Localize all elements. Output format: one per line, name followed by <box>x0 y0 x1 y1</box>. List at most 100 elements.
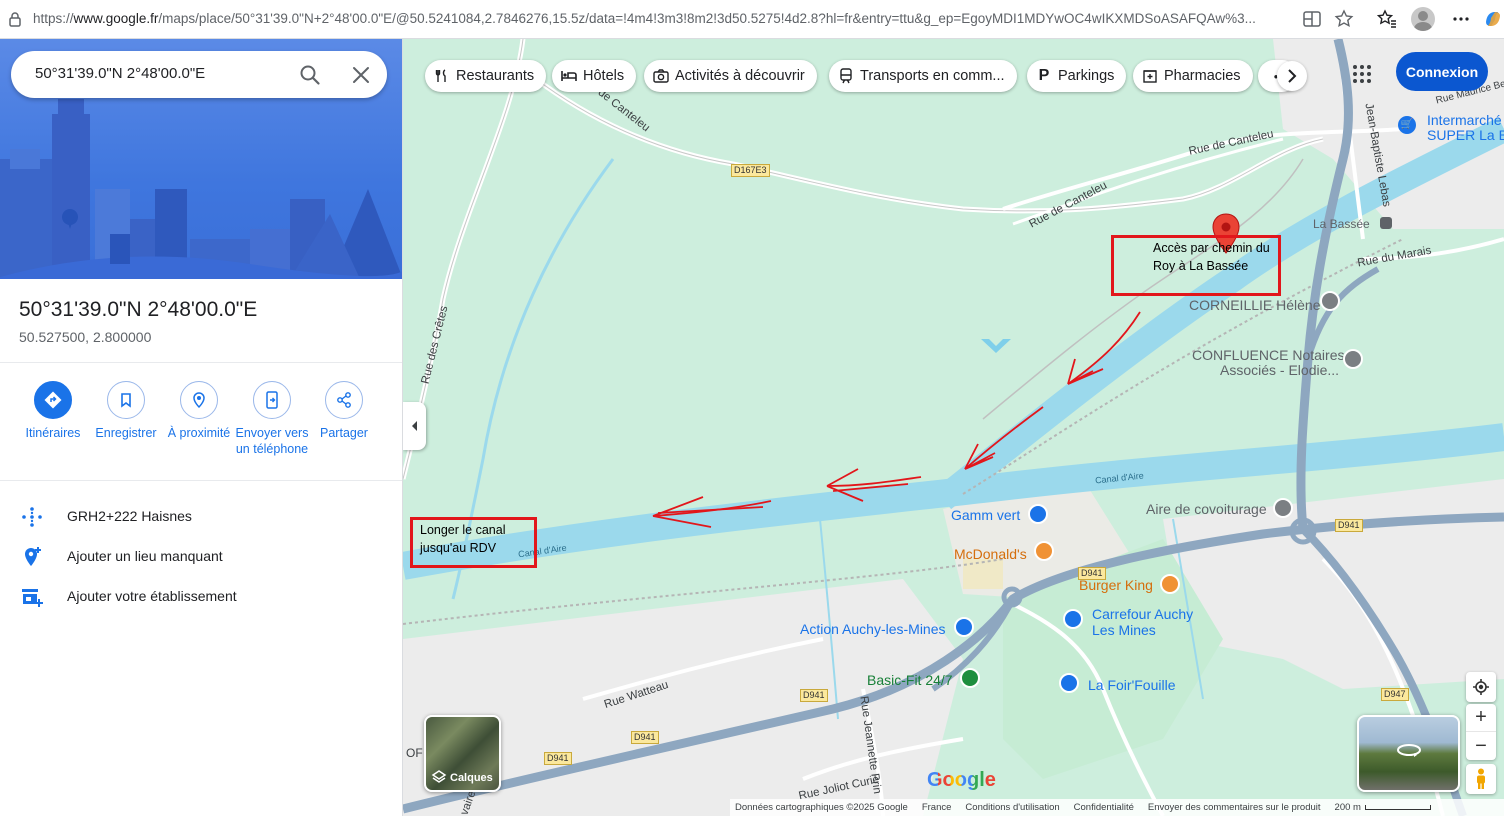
chip-label: Pharmacies <box>1164 68 1241 84</box>
close-icon[interactable] <box>349 63 373 87</box>
save-label: Enregistrer <box>95 426 157 440</box>
directions-label: Itinéraires <box>25 426 81 440</box>
train-station-icon <box>1380 217 1392 229</box>
login-button[interactable]: Connexion <box>1396 52 1488 91</box>
restaurant-icon <box>1160 574 1180 594</box>
road-number-badge: D941 <box>800 689 828 702</box>
feedback-link[interactable]: Envoyer des commentaires sur le produit <box>1148 802 1321 813</box>
search-icon[interactable] <box>298 63 322 87</box>
add-place-icon <box>25 547 41 566</box>
place-marker-icon <box>1343 349 1363 369</box>
shopping-cart-icon <box>1063 609 1083 629</box>
search-box[interactable]: 50°31'39.0"N 2°48'00.0"E <box>11 51 387 98</box>
chip-parkings[interactable]: P Parkings <box>1027 60 1127 92</box>
plus-code-icon <box>22 507 42 527</box>
poi-label: Burger King <box>1079 577 1153 593</box>
shopping-bag-icon <box>1028 504 1048 524</box>
poi-label: Carrefour Auchy <box>1092 606 1194 622</box>
share-label: Partager <box>320 426 368 440</box>
poi-label: Basic-Fit 24/7 <box>867 672 953 688</box>
scale-bar <box>1364 805 1431 810</box>
zoom-out-button[interactable]: − <box>1466 732 1496 760</box>
add-missing-place-row[interactable]: Ajouter un lieu manquant <box>0 537 402 577</box>
plus-code-text: GRH2+222 Haisnes <box>67 508 192 524</box>
share-button[interactable]: Partager <box>306 381 382 441</box>
poi-label: La Foir'Fouille <box>1088 677 1176 693</box>
chip-label: Parkings <box>1058 68 1115 84</box>
place-title: 50°31'39.0"N 2°48'00.0"E <box>19 298 258 321</box>
street-view-thumbnail[interactable] <box>1357 715 1460 792</box>
map-canvas[interactable]: Rue de Canteleu Rue de Canteleu Rue de C… <box>403 39 1504 816</box>
url-field[interactable]: https://www.google.fr/maps/place/50°31'3… <box>33 11 1295 26</box>
place-marker-icon <box>1273 498 1293 518</box>
nearby-label: À proximité <box>167 426 231 440</box>
chip-label: Hôtels <box>583 68 625 84</box>
chip-label: Transports en comm... <box>860 68 1005 84</box>
fitness-icon <box>960 668 980 688</box>
shopping-cart-icon: 🛒 <box>1398 116 1416 134</box>
camera-icon <box>653 68 669 84</box>
poi-label: Associés - Elodie... <box>1220 362 1340 378</box>
bookmark-icon <box>121 393 131 408</box>
favorites-icon[interactable] <box>1376 8 1398 30</box>
chips-next-button[interactable] <box>1277 61 1307 91</box>
zoom-controls: + − <box>1466 704 1496 760</box>
privacy-link[interactable]: Confidentialité <box>1074 802 1134 813</box>
collapse-panel-button[interactable] <box>403 402 426 450</box>
send-to-phone-button[interactable]: Envoyer vers un téléphone <box>234 381 310 457</box>
chevron-left-icon <box>411 421 417 431</box>
my-location-icon <box>1473 679 1489 695</box>
directions-icon <box>44 391 62 409</box>
terms-link[interactable]: Conditions d'utilisation <box>965 802 1059 813</box>
add-business-icon <box>22 589 43 607</box>
annotation-text-top: Accès par chemin du Roy à La Bassée <box>1153 241 1270 273</box>
copilot-icon[interactable] <box>1482 8 1504 30</box>
chip-restaurants[interactable]: Restaurants <box>425 60 547 92</box>
my-location-button[interactable] <box>1466 672 1496 702</box>
parking-icon: P <box>1038 67 1050 84</box>
chevron-right-icon <box>1288 69 1297 83</box>
share-icon <box>337 392 351 408</box>
road-number-badge: D941 <box>1335 519 1363 532</box>
chip-pharmacies[interactable]: Pharmacies <box>1133 60 1253 92</box>
layers-button[interactable]: Calques <box>424 715 501 792</box>
map-data-attribution: Données cartographiques ©2025 Google <box>735 802 908 813</box>
nearby-button[interactable]: À proximité <box>161 381 237 441</box>
road-number-badge: D941 <box>631 731 659 744</box>
apps-grid-icon[interactable] <box>1351 63 1373 85</box>
road-label: OF <box>406 746 423 760</box>
poi-label: Gamm vert <box>951 507 1021 523</box>
reader-view-icon[interactable] <box>1301 8 1323 30</box>
more-menu-icon[interactable] <box>1450 8 1472 30</box>
poi-label: Aire de covoiturage <box>1146 501 1267 517</box>
plus-code-row[interactable]: GRH2+222 Haisnes <box>0 497 402 537</box>
hotel-icon <box>561 68 577 84</box>
poi-label: McDonald's <box>954 546 1027 562</box>
layers-label: Calques <box>450 772 493 784</box>
profile-avatar[interactable] <box>1411 7 1435 31</box>
star-icon[interactable] <box>1333 8 1355 30</box>
send-to-phone-icon <box>266 391 278 409</box>
add-business-row[interactable]: Ajouter votre établissement <box>0 577 402 617</box>
scale-label[interactable]: 200 m <box>1335 802 1361 813</box>
poi-label: Les Mines <box>1092 622 1156 638</box>
shopping-bag-icon <box>1059 673 1079 693</box>
zoom-in-button[interactable]: + <box>1466 704 1496 732</box>
pharmacy-icon <box>1142 68 1158 84</box>
send-to-phone-label: Envoyer vers un téléphone <box>235 426 309 456</box>
chip-activities[interactable]: Activités à découvrir <box>644 60 817 92</box>
layers-icon <box>431 770 447 783</box>
search-input[interactable]: 50°31'39.0"N 2°48'00.0"E <box>35 65 205 82</box>
save-button[interactable]: Enregistrer <box>88 381 164 441</box>
chip-label: Restaurants <box>456 68 535 84</box>
add-business-text: Ajouter votre établissement <box>67 588 237 604</box>
pegman-icon <box>1477 768 1485 789</box>
poi-label: Action Auchy-les-Mines <box>800 621 946 637</box>
chip-hotels[interactable]: Hôtels <box>552 60 637 92</box>
chip-transit[interactable]: Transports en comm... <box>829 60 1017 92</box>
place-side-panel: 50°31'39.0"N 2°48'00.0"E 50°31'39.0"N 2°… <box>0 39 403 816</box>
pegman-button[interactable] <box>1466 764 1496 794</box>
directions-button[interactable]: Itinéraires <box>15 381 91 441</box>
road-number-badge: D167E3 <box>731 164 770 177</box>
country-link[interactable]: France <box>922 802 952 813</box>
